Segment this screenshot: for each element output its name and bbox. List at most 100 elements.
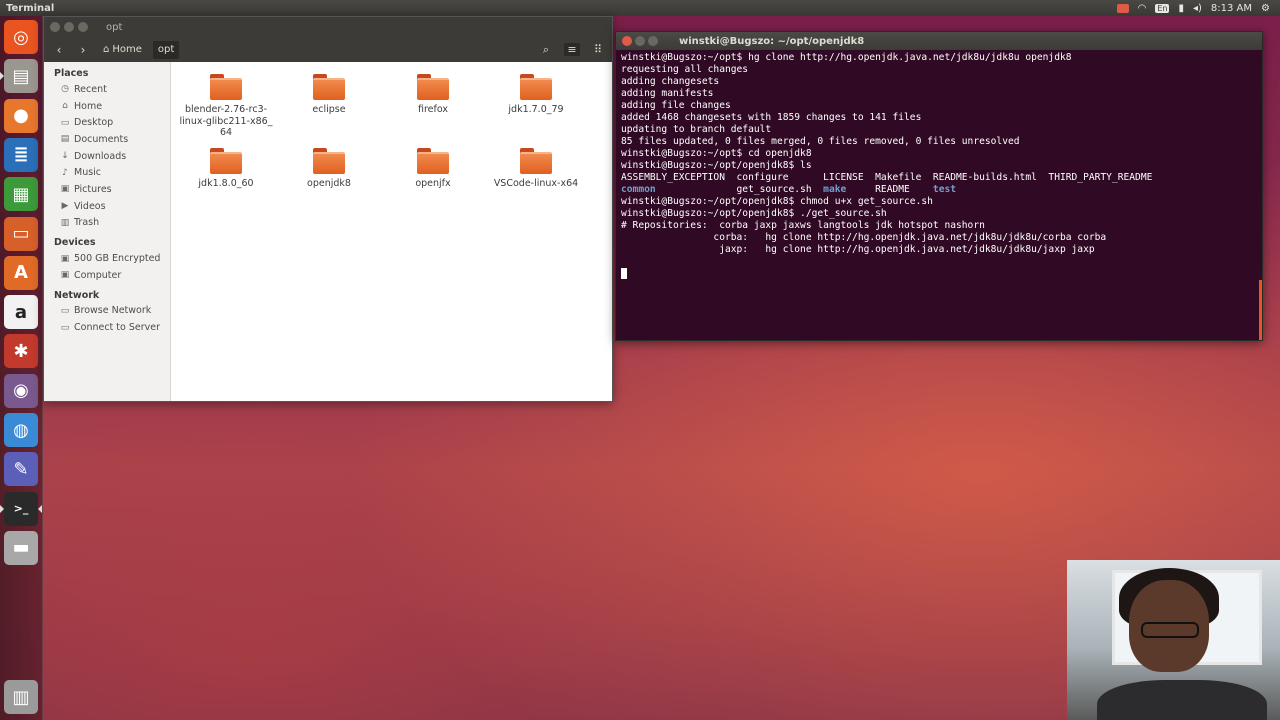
sidebar-item-music[interactable]: ♪ Music	[44, 164, 170, 181]
volume-icon[interactable]: ◂)	[1193, 3, 1202, 14]
gear-icon[interactable]: ⚙	[1261, 3, 1270, 14]
keyboard-layout-indicator[interactable]: En	[1155, 3, 1170, 13]
sidebar-item-label: Downloads	[74, 150, 127, 162]
terminal-line: winstki@Bugszo:~/opt$ hg clone http://hg…	[621, 52, 1257, 64]
sidebar-item-browse-network[interactable]: ▭ Browse Network	[44, 303, 170, 320]
sidebar-item-pictures[interactable]: ▣ Pictures	[44, 181, 170, 198]
search-icon[interactable]: ⌕	[538, 43, 554, 57]
sidebar-item-icon: ▣	[60, 253, 70, 264]
folder-item[interactable]: firefox	[383, 74, 483, 116]
terminal-scrollbar[interactable]	[1259, 280, 1262, 340]
folder-name: 64	[219, 127, 233, 138]
terminal-dir-name: test	[932, 184, 957, 195]
sidebar-item-icon: ▶	[61, 201, 69, 212]
back-button[interactable]: ‹	[50, 41, 68, 59]
maximize-window-button[interactable]	[648, 36, 658, 46]
window-title: winstki@Bugszo: ~/opt/openjdk8	[679, 35, 865, 47]
sidebar-item-home[interactable]: ⌂ Home	[44, 98, 170, 115]
wifi-icon[interactable]: ◠	[1138, 3, 1147, 14]
terminal-text: winstki@Bugszo:~/opt/openjdk8$ ./get_sou…	[621, 208, 887, 219]
sidebar-item-trash[interactable]: ▥ Trash	[44, 215, 170, 232]
sidebar-item-icon: ▥	[60, 217, 70, 228]
folder-item[interactable]: blender-2.76-rc3- linux-glibc211-x86_ 64	[176, 74, 276, 139]
breadcrumb-label: opt	[157, 44, 175, 55]
ubuntu-dash-icon[interactable]: ◎	[4, 20, 38, 54]
launcher: ◎ ▤ ● ≣ ▦ ▭ Aa ✱ ◉ ◍ ✎ >_ ▬ ▥	[0, 16, 43, 720]
terminal-text: requesting all changes	[621, 64, 749, 75]
breadcrumb-opt[interactable]: opt	[152, 40, 180, 59]
sidebar-item-label: Documents	[74, 133, 129, 145]
sidebar-heading-places: Places	[54, 68, 89, 79]
amazon-launcher-icon[interactable]: a	[4, 295, 38, 330]
list-view-icon[interactable]: ≡	[564, 43, 580, 56]
folder-item[interactable]: eclipse	[279, 74, 379, 116]
drive-launcher-icon[interactable]: ▬	[4, 530, 38, 565]
file-manager-titlebar[interactable]: opt	[44, 17, 612, 37]
minimize-window-button[interactable]	[64, 22, 74, 32]
terminal-line: # Repositories: corba jaxp jaxws langtoo…	[621, 220, 1257, 232]
close-window-button[interactable]	[50, 22, 60, 32]
writer-launcher-icon[interactable]: ≣	[4, 137, 38, 172]
file-manager-window: opt ‹ › ⌂ Home opt ⌕ ≡ ⠿ Places ◷ Recent ⌂ H…	[43, 16, 613, 402]
sidebar-item-computer[interactable]: ▣ Computer	[44, 267, 170, 284]
settings-launcher-icon[interactable]: ✱	[4, 334, 38, 369]
folder-name: blender-2.76-rc3-	[184, 104, 268, 115]
grid-view-icon[interactable]: ⠿	[590, 43, 606, 56]
top-panel: Terminal ◠ En ▮ ◂) 8:13 AM ⚙	[0, 0, 1280, 16]
software-center-icon[interactable]: A	[4, 255, 38, 290]
sidebar-item-desktop[interactable]: ▭ Desktop	[44, 114, 170, 131]
chrome-launcher-icon[interactable]: ◍	[4, 413, 38, 447]
terminal-window[interactable]: winstki@Bugszo: ~/opt/openjdk8 winstki@B…	[615, 31, 1263, 341]
terminal-output[interactable]: winstki@Bugszo:~/opt$ hg clone http://hg…	[616, 50, 1262, 282]
editor-launcher-icon[interactable]: ✎	[4, 452, 38, 487]
sidebar-heading-network: Network	[54, 289, 100, 301]
folder-icon	[520, 74, 552, 100]
recording-indicator-icon[interactable]	[1116, 3, 1129, 13]
impress-launcher-icon[interactable]: ▭	[4, 216, 38, 251]
webcam-app-icon[interactable]: ◉	[4, 373, 38, 408]
firefox-launcher-icon[interactable]: ●	[4, 98, 38, 133]
terminal-text: ASSEMBLY_EXCEPTION configure LICENSE Mak…	[621, 172, 1153, 183]
terminal-line: adding changesets	[621, 76, 1257, 88]
terminal-line: updating to branch default	[621, 124, 1257, 136]
sidebar-item-500-gb-encrypted[interactable]: ▣ 500 GB Encrypted	[44, 250, 170, 267]
sidebar-item-videos[interactable]: ▶ Videos	[44, 198, 170, 215]
sidebar-item-downloads[interactable]: ↓ Downloads	[44, 148, 170, 165]
sidebar-item-label: Pictures	[74, 183, 112, 195]
folder-icon	[210, 74, 242, 100]
folder-item[interactable]: VSCode-linux-x64	[486, 148, 586, 190]
webcam-person-body	[1097, 680, 1267, 720]
sidebar-item-recent[interactable]: ◷ Recent	[44, 81, 170, 98]
trash-launcher-icon[interactable]: ▥	[4, 680, 38, 714]
terminal-text: adding file changes	[621, 100, 731, 111]
terminal-titlebar[interactable]: winstki@Bugszo: ~/opt/openjdk8	[616, 32, 1262, 50]
sidebar-item-documents[interactable]: ▤ Documents	[44, 131, 170, 148]
breadcrumb-home[interactable]: ⌂ Home	[98, 41, 147, 59]
forward-button[interactable]: ›	[74, 41, 92, 59]
terminal-text: winstki@Bugszo:~/opt/openjdk8$ ls	[621, 160, 812, 171]
calc-launcher-icon[interactable]: ▦	[4, 177, 38, 212]
terminal-line: winstki@Bugszo:~/opt$ cd openjdk8	[621, 148, 1257, 160]
files-launcher-icon[interactable]: ▤	[4, 59, 38, 94]
sidebar-item-label: Computer	[74, 269, 122, 281]
sidebar-item-connect-to-server[interactable]: ▭ Connect to Server	[44, 319, 170, 336]
folder-item[interactable]: jdk1.8.0_60	[176, 148, 276, 190]
sidebar-item-icon: ▤	[60, 134, 70, 145]
folder-name: jdk1.8.0_60	[198, 178, 254, 189]
folder-item[interactable]: openjdk8	[279, 148, 379, 190]
folder-name: VSCode-linux-x64	[493, 178, 579, 189]
sidebar-item-icon: ▭	[60, 305, 70, 316]
minimize-window-button[interactable]	[635, 36, 645, 46]
webcam-person-glasses	[1141, 622, 1199, 638]
terminal-launcher-icon[interactable]: >_	[4, 491, 38, 526]
battery-icon[interactable]: ▮	[1178, 3, 1184, 14]
clock[interactable]: 8:13 AM	[1211, 3, 1252, 14]
folder-item[interactable]: jdk1.7.0_79	[486, 74, 586, 116]
maximize-window-button[interactable]	[78, 22, 88, 32]
folder-item[interactable]: openjfx	[383, 148, 483, 190]
terminal-text: jaxp: hg clone http://hg.openjdk.java.ne…	[621, 244, 1095, 255]
sidebar-item-icon: ▭	[60, 322, 70, 333]
sidebar-item-icon: ♪	[62, 167, 68, 178]
close-window-button[interactable]	[622, 36, 632, 46]
